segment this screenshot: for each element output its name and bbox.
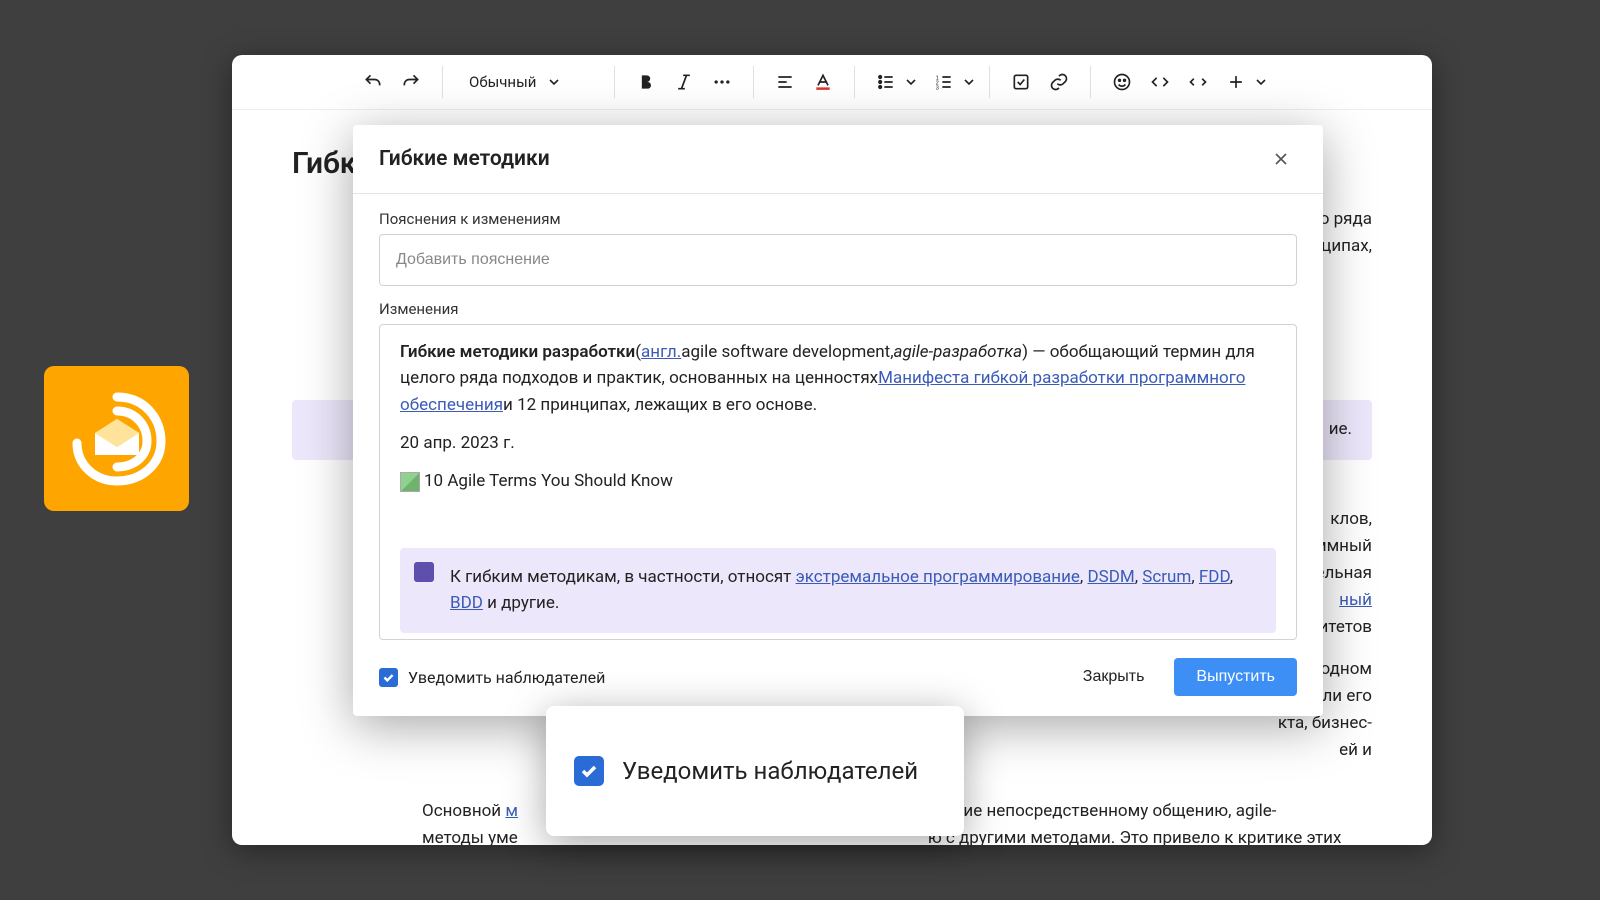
changes-label: Изменения (379, 300, 1297, 318)
modal-footer: Уведомить наблюдателей Закрыть Выпустить (353, 640, 1323, 716)
modal-header: Гибкие методики (353, 125, 1323, 194)
diff-date: 20 апр. 2023 г. (400, 430, 1276, 456)
diff-link-dsdm[interactable]: DSDM (1087, 567, 1134, 587)
diff-link-fdd[interactable]: FDD (1199, 567, 1230, 587)
notify-checkbox-wrap[interactable]: Уведомить наблюдателей (379, 668, 605, 687)
broken-image: 10 Agile Terms You Should Know (400, 468, 1276, 500)
close-icon (1271, 149, 1291, 169)
diff-paragraph: Гибкие методики разработки(англ.agile so… (400, 339, 1276, 418)
check-icon (382, 671, 395, 684)
diff-link-bdd[interactable]: BDD (450, 593, 483, 613)
diff-link-lang[interactable]: англ. (641, 342, 681, 362)
modal-body: Пояснения к изменениям Изменения Гибкие … (353, 194, 1323, 640)
explain-input[interactable] (379, 234, 1297, 286)
explain-label: Пояснения к изменениям (379, 210, 1297, 228)
notify-checkbox[interactable] (379, 668, 398, 687)
diff-note: К гибким методикам, в частности, относят… (400, 548, 1276, 633)
close-icon-button[interactable] (1265, 143, 1297, 175)
publish-button[interactable]: Выпустить (1174, 658, 1297, 696)
modal-title: Гибкие методики (379, 147, 550, 171)
callout-tooltip: Уведомить наблюдателей (546, 706, 964, 836)
publish-modal: Гибкие методики Пояснения к изменениям И… (353, 125, 1323, 716)
callout-checkbox (574, 756, 604, 786)
diff-link-scrum[interactable]: Scrum (1142, 567, 1191, 587)
callout-text: Уведомить наблюдателей (622, 757, 918, 785)
check-icon (579, 761, 599, 781)
close-button[interactable]: Закрыть (1069, 658, 1159, 696)
diff-link-xp[interactable]: экстремальное программирование (796, 567, 1080, 587)
notify-label: Уведомить наблюдателей (408, 668, 605, 687)
diff-viewer[interactable]: Гибкие методики разработки(англ.agile so… (379, 324, 1297, 640)
note-icon (414, 562, 434, 582)
